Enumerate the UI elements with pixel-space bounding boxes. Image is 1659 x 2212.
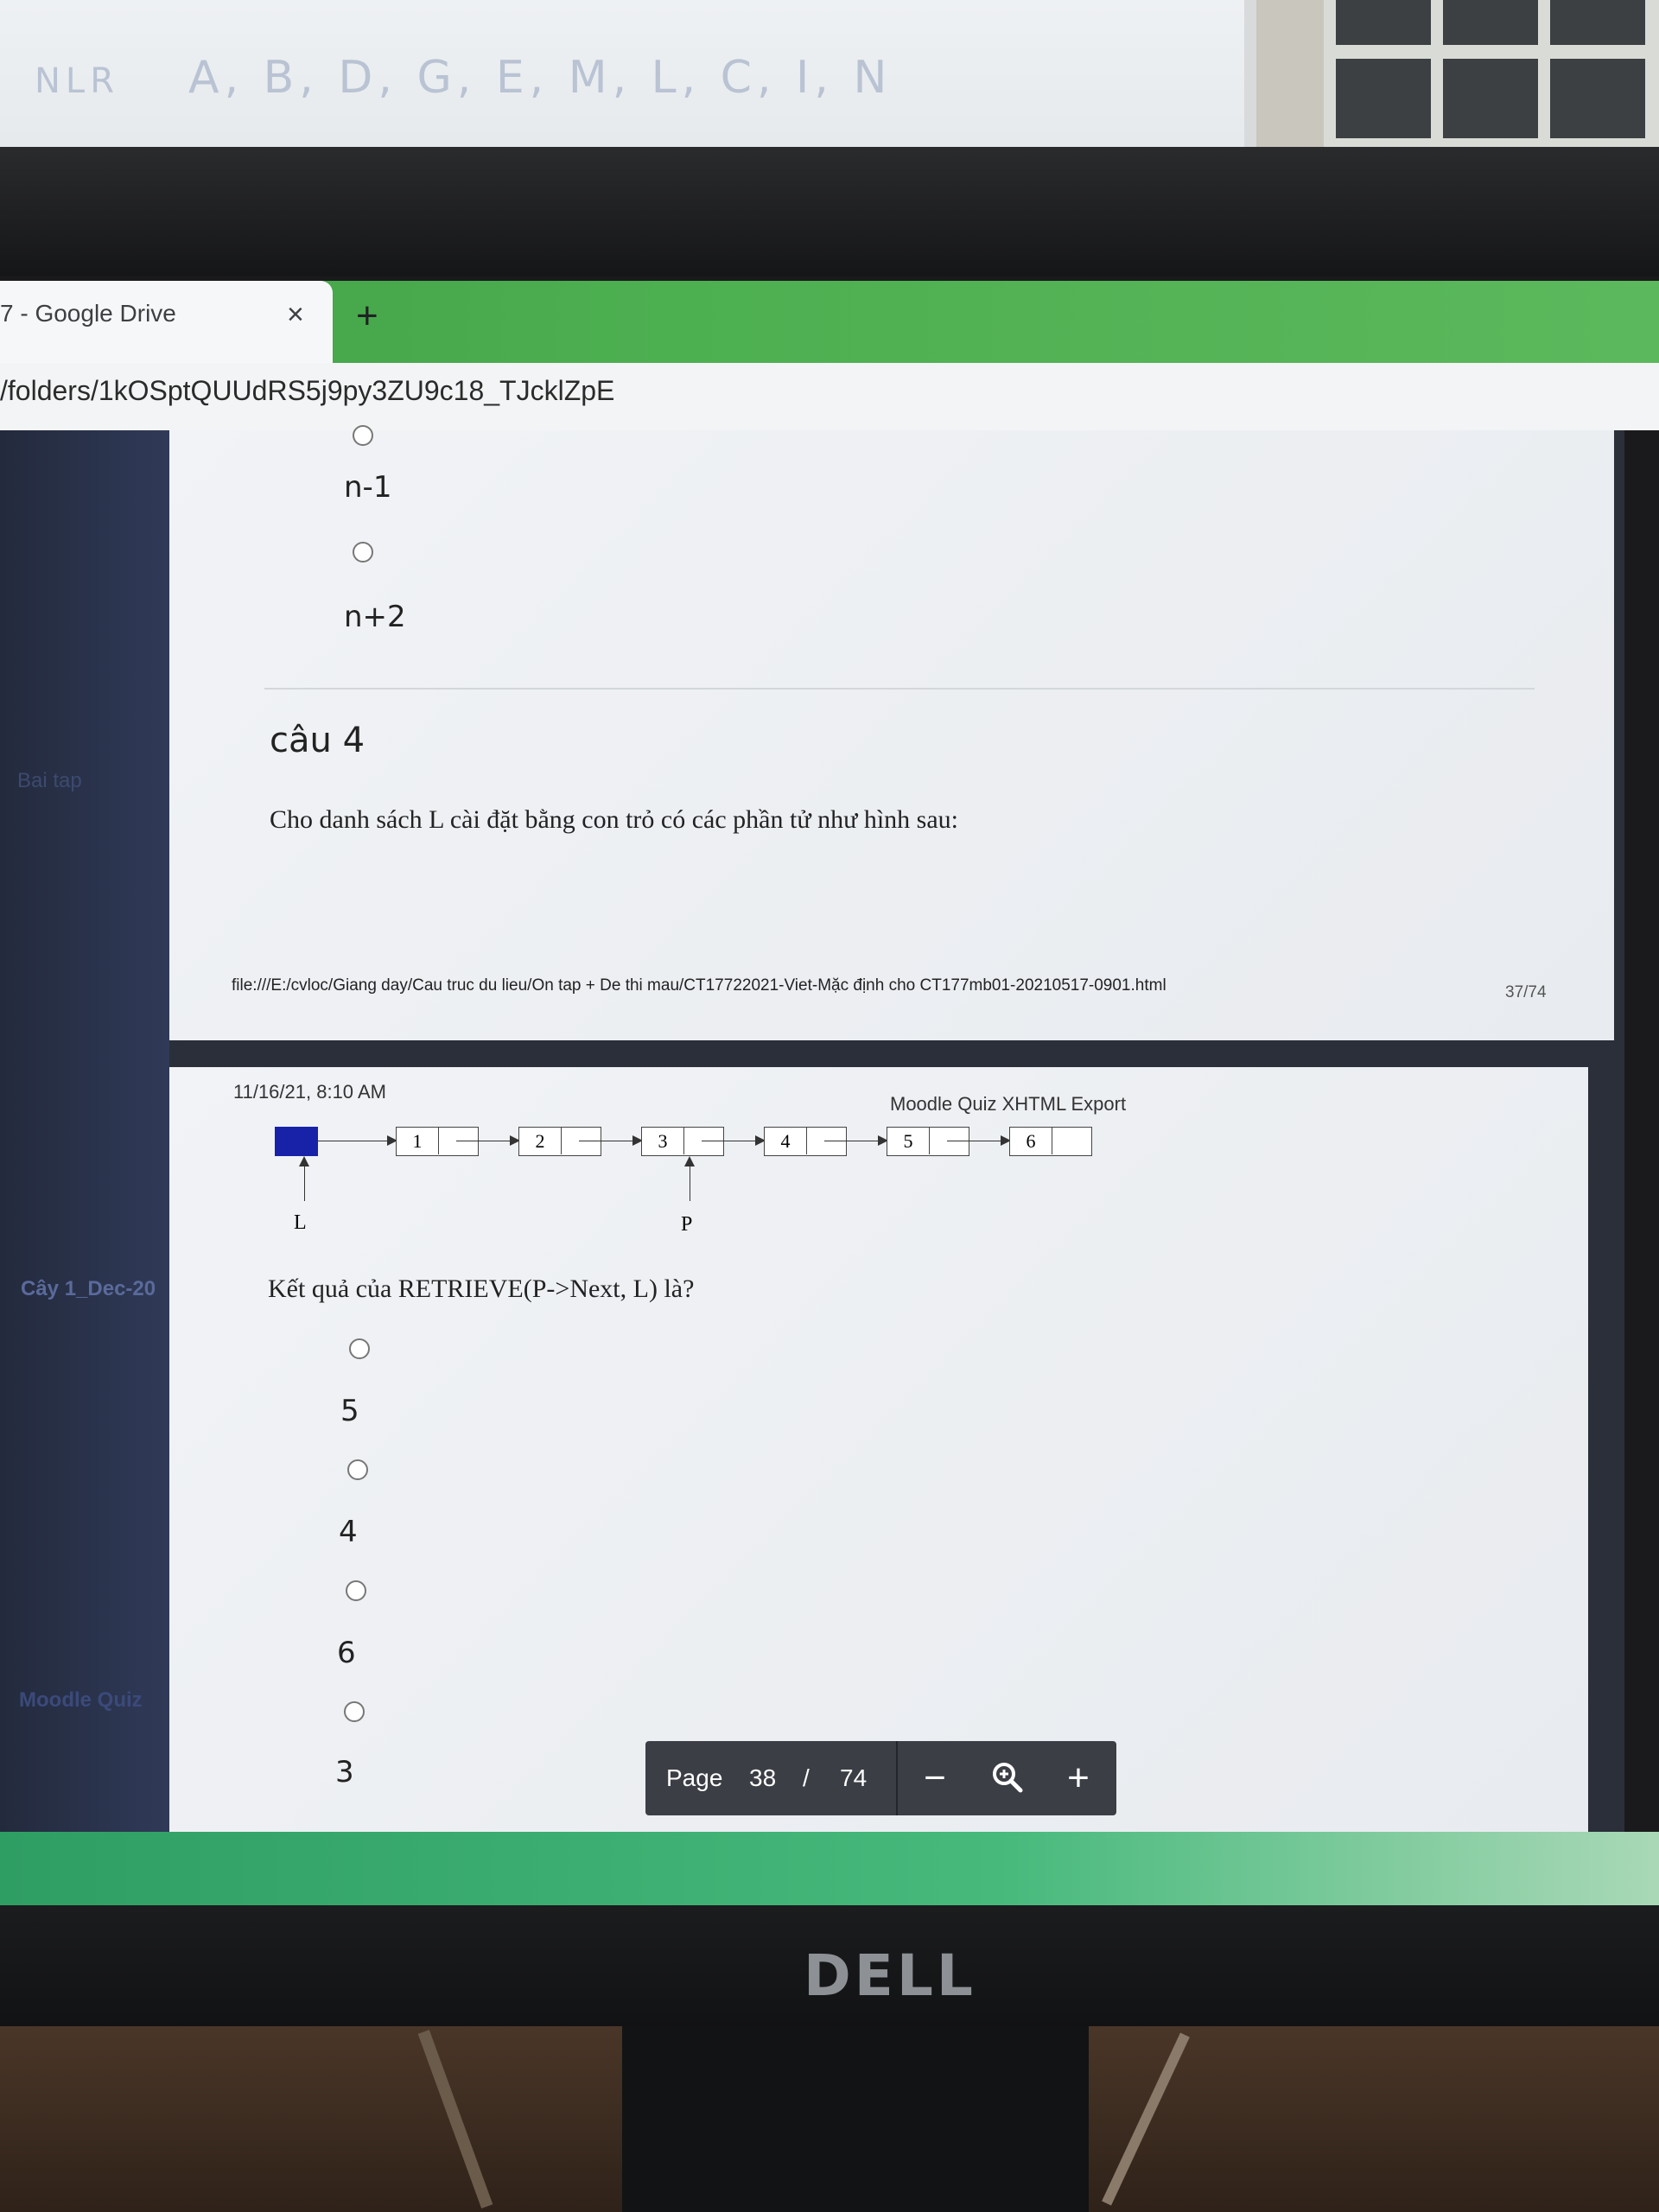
pdf-page-37: n-1 n+2 câu 4 Cho danh sách L cài đặt bằ… bbox=[169, 425, 1614, 1040]
option-label: 6 bbox=[337, 1636, 356, 1670]
list-node: 6 bbox=[1009, 1127, 1092, 1156]
pointer-label: P bbox=[681, 1213, 693, 1236]
current-page-input[interactable]: 38 bbox=[749, 1741, 776, 1815]
option-radio[interactable] bbox=[347, 1459, 368, 1480]
monitor-brand: DELL bbox=[804, 1942, 976, 2009]
node-value: 3 bbox=[642, 1128, 684, 1154]
url-text[interactable]: /folders/1kOSptQUUdRS5j9py3ZU9c18_TJcklZ… bbox=[0, 375, 614, 407]
zoom-in-button[interactable]: + bbox=[1048, 1741, 1109, 1815]
page-label: Page bbox=[666, 1764, 723, 1791]
head-label: L bbox=[294, 1211, 307, 1234]
option-radio[interactable] bbox=[353, 542, 373, 563]
page-count: 37/74 bbox=[1505, 983, 1547, 1001]
list-node: 3 bbox=[641, 1127, 724, 1156]
option-radio[interactable] bbox=[346, 1580, 366, 1601]
option-label: n-1 bbox=[344, 470, 392, 505]
node-value: 6 bbox=[1010, 1128, 1052, 1154]
list-node: 4 bbox=[764, 1127, 847, 1156]
node-value: 1 bbox=[397, 1128, 439, 1154]
monitor-bezel-top bbox=[0, 147, 1659, 276]
node-value: 5 bbox=[887, 1128, 930, 1154]
list-node: 2 bbox=[518, 1127, 601, 1156]
taskbar-band bbox=[0, 1832, 1659, 1905]
address-bar[interactable]: /folders/1kOSptQUUdRS5j9py3ZU9c18_TJcklZ… bbox=[0, 363, 1659, 430]
question-text: Kết quả của RETRIEVE(P->Next, L) là? bbox=[268, 1274, 695, 1303]
whiteboard-text: NLR A, B, D, G, E, M, L, C, I, N bbox=[35, 52, 892, 104]
head-up-arrow bbox=[299, 1156, 309, 1201]
tab-title: 7 - Google Drive bbox=[0, 300, 176, 327]
option-label: 3 bbox=[335, 1755, 354, 1789]
page-toolbar: Page 38 / 74 − + bbox=[645, 1741, 1116, 1815]
browser-tab[interactable]: 7 - Google Drive × bbox=[0, 281, 333, 363]
print-timestamp: 11/16/21, 8:10 AM bbox=[233, 1081, 386, 1103]
option-radio[interactable] bbox=[344, 1701, 365, 1722]
node-value: 2 bbox=[519, 1128, 562, 1154]
option-label: 5 bbox=[340, 1394, 359, 1428]
pdf-page-38: 11/16/21, 8:10 AM Moodle Quiz XHTML Expo… bbox=[169, 1067, 1588, 1832]
list-node: 1 bbox=[396, 1127, 479, 1156]
list-node: 5 bbox=[887, 1127, 969, 1156]
sidebar-item-moodle-quiz[interactable]: Moodle Quiz bbox=[19, 1688, 143, 1713]
toolbar-divider bbox=[896, 1741, 898, 1815]
option-label: n+2 bbox=[344, 600, 406, 634]
sidebar-item-cay[interactable]: Cây 1_Dec-20 bbox=[21, 1277, 156, 1301]
monitor-stand bbox=[622, 2026, 1089, 2212]
option-label: 4 bbox=[339, 1515, 358, 1549]
print-header-title: Moodle Quiz XHTML Export bbox=[890, 1093, 1127, 1115]
option-radio[interactable] bbox=[349, 1338, 370, 1359]
close-icon[interactable]: × bbox=[287, 298, 304, 332]
question-text: Cho danh sách L cài đặt bằng con trỏ có … bbox=[270, 805, 959, 834]
whiteboard-sequence: A, B, D, G, E, M, L, C, I, N bbox=[188, 52, 893, 104]
question-title: câu 4 bbox=[270, 721, 365, 760]
drive-sidebar: Bai tap Cây 1_Dec-20 Moodle Quiz bbox=[0, 430, 169, 1832]
zoom-icon[interactable] bbox=[977, 1741, 1038, 1815]
tab-strip: 7 - Google Drive × + bbox=[0, 281, 1659, 363]
option-radio[interactable] bbox=[353, 425, 373, 446]
zoom-out-button[interactable]: − bbox=[905, 1741, 965, 1815]
page-separator: / bbox=[803, 1764, 810, 1791]
node-value: 4 bbox=[765, 1128, 807, 1154]
list-head-node bbox=[275, 1127, 318, 1156]
sidebar-item-bai-tap[interactable]: Bai tap bbox=[17, 769, 82, 793]
new-tab-button[interactable]: + bbox=[356, 295, 378, 338]
footer-path: file:///E:/cvloc/Giang day/Cau truc du l… bbox=[232, 976, 1166, 995]
whiteboard-lead: NLR bbox=[35, 61, 119, 101]
monitor-bezel-bottom: DELL bbox=[0, 1905, 1659, 2031]
divider bbox=[264, 688, 1535, 690]
total-pages: 74 bbox=[840, 1764, 868, 1791]
